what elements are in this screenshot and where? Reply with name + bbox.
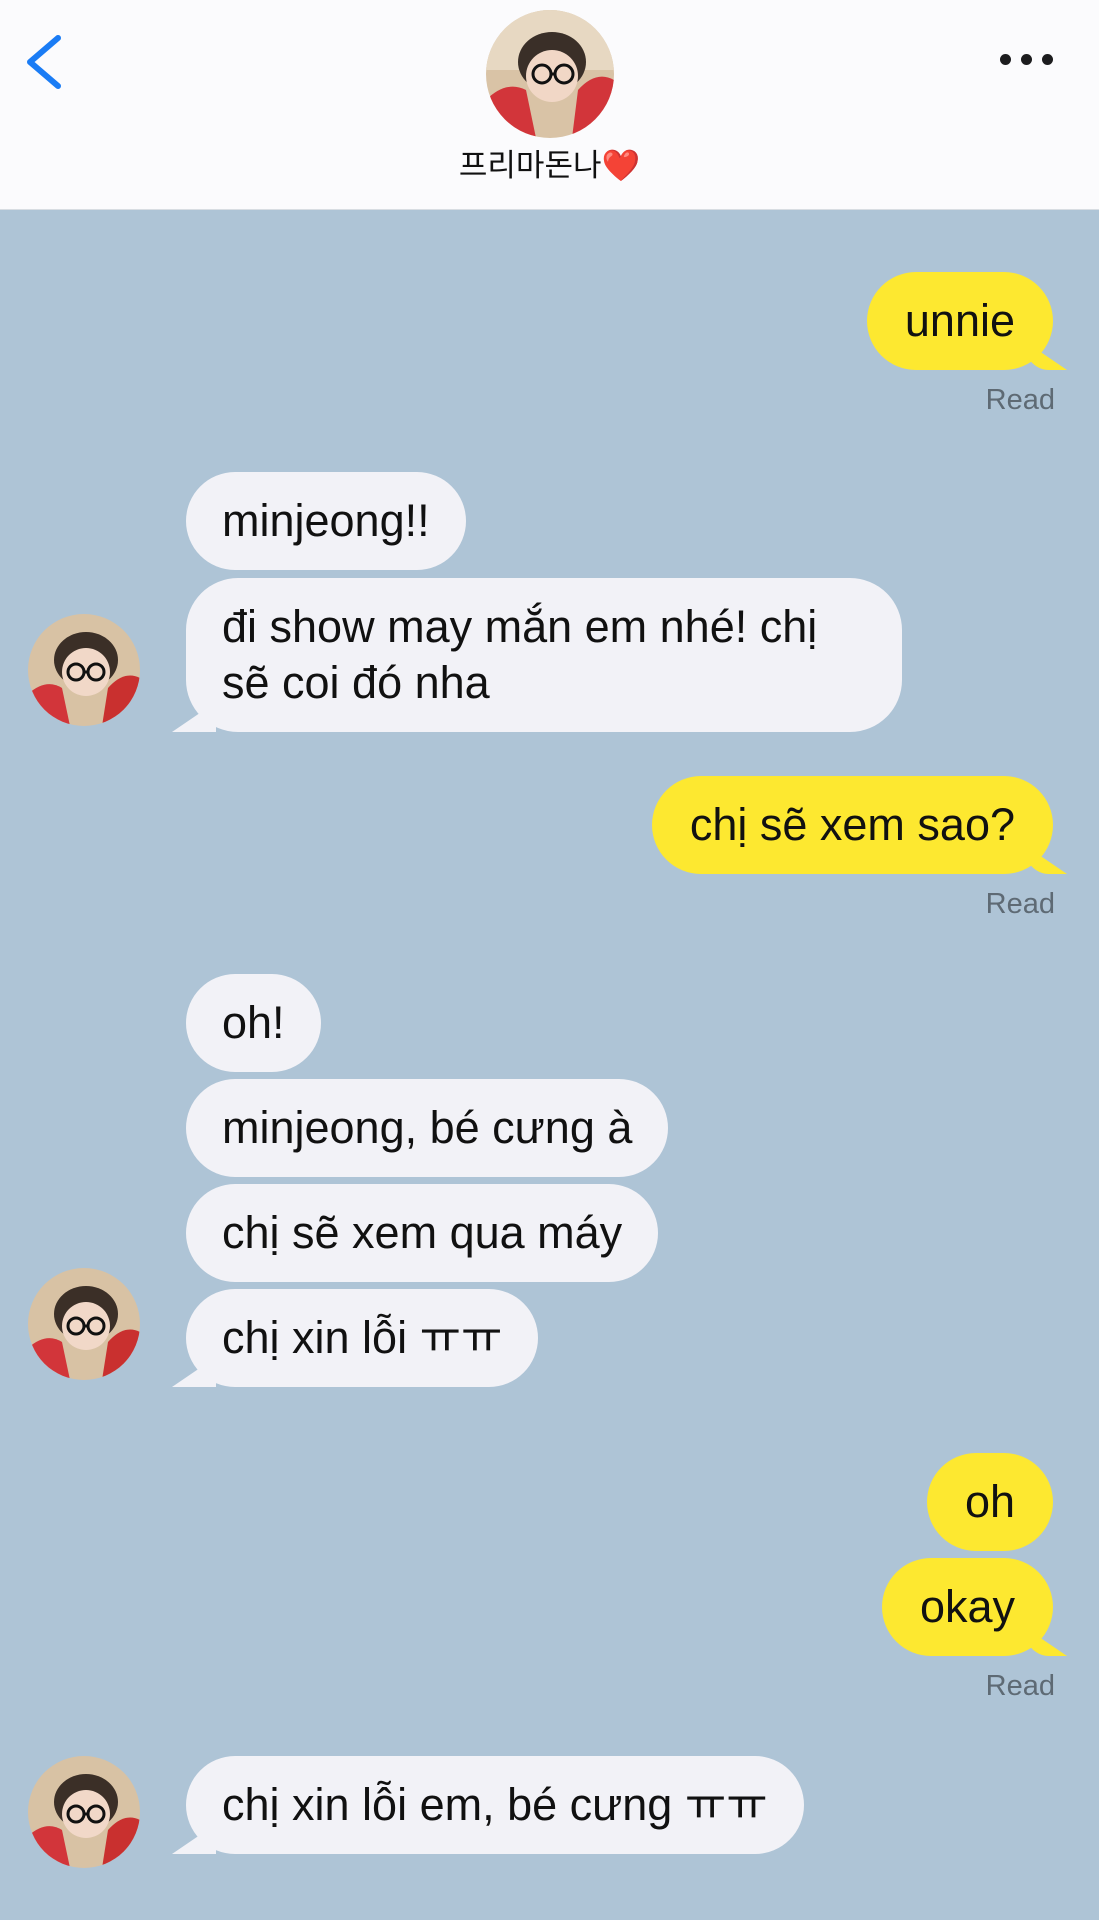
more-options-button[interactable] bbox=[994, 44, 1060, 74]
read-receipt: Read bbox=[985, 888, 1055, 920]
message-text: oh! bbox=[222, 997, 285, 1048]
contact-avatar[interactable] bbox=[486, 10, 614, 138]
message-text: minjeong, bé cưng à bbox=[222, 1102, 633, 1153]
outgoing-message[interactable]: unnie bbox=[866, 272, 1053, 370]
incoming-message[interactable]: oh! bbox=[186, 974, 321, 1072]
outgoing-message[interactable]: oh bbox=[926, 1453, 1053, 1551]
outgoing-message[interactable]: chị sẽ xem sao? bbox=[651, 776, 1053, 874]
contact-avatar[interactable] bbox=[28, 1756, 140, 1868]
read-receipt: Read bbox=[985, 1670, 1055, 1702]
message-text: oh bbox=[964, 1476, 1015, 1527]
incoming-message[interactable]: chị xin lỗi ㅠㅠ bbox=[186, 1289, 539, 1387]
message-text: chị xin lỗi ㅠㅠ bbox=[222, 1312, 503, 1363]
chevron-left-icon bbox=[27, 35, 61, 89]
chat-header: 프리마돈나❤️ bbox=[0, 0, 1099, 210]
incoming-message[interactable]: chị xin lỗi em, bé cưng ㅠㅠ bbox=[186, 1756, 804, 1854]
incoming-message[interactable]: chị sẽ xem qua máy bbox=[186, 1184, 659, 1282]
incoming-message[interactable]: minjeong, bé cưng à bbox=[186, 1079, 669, 1177]
message-text: chị sẽ xem qua máy bbox=[222, 1207, 623, 1258]
contact-name[interactable]: 프리마돈나❤️ bbox=[0, 146, 1099, 186]
message-text: minjeong!! bbox=[222, 495, 430, 546]
heart-icon: ❤️ bbox=[601, 148, 641, 183]
contact-avatar[interactable] bbox=[28, 614, 140, 726]
message-text: unnie bbox=[904, 295, 1015, 346]
incoming-message[interactable]: đi show may mắn em nhé! chị sẽ coi đó nh… bbox=[186, 578, 902, 732]
back-button[interactable] bbox=[20, 28, 80, 98]
message-text: đi show may mắn em nhé! chị sẽ coi đó nh… bbox=[222, 601, 818, 708]
contact-avatar[interactable] bbox=[28, 1268, 140, 1380]
outgoing-message[interactable]: okay bbox=[881, 1558, 1053, 1656]
incoming-message[interactable]: minjeong!! bbox=[186, 472, 466, 570]
contact-name-text: 프리마돈나 bbox=[458, 148, 602, 183]
message-text: chị sẽ xem sao? bbox=[689, 799, 1015, 850]
read-receipt: Read bbox=[985, 384, 1055, 416]
message-text: chị xin lỗi em, bé cưng ㅠㅠ bbox=[222, 1779, 768, 1830]
message-text: okay bbox=[919, 1581, 1015, 1632]
